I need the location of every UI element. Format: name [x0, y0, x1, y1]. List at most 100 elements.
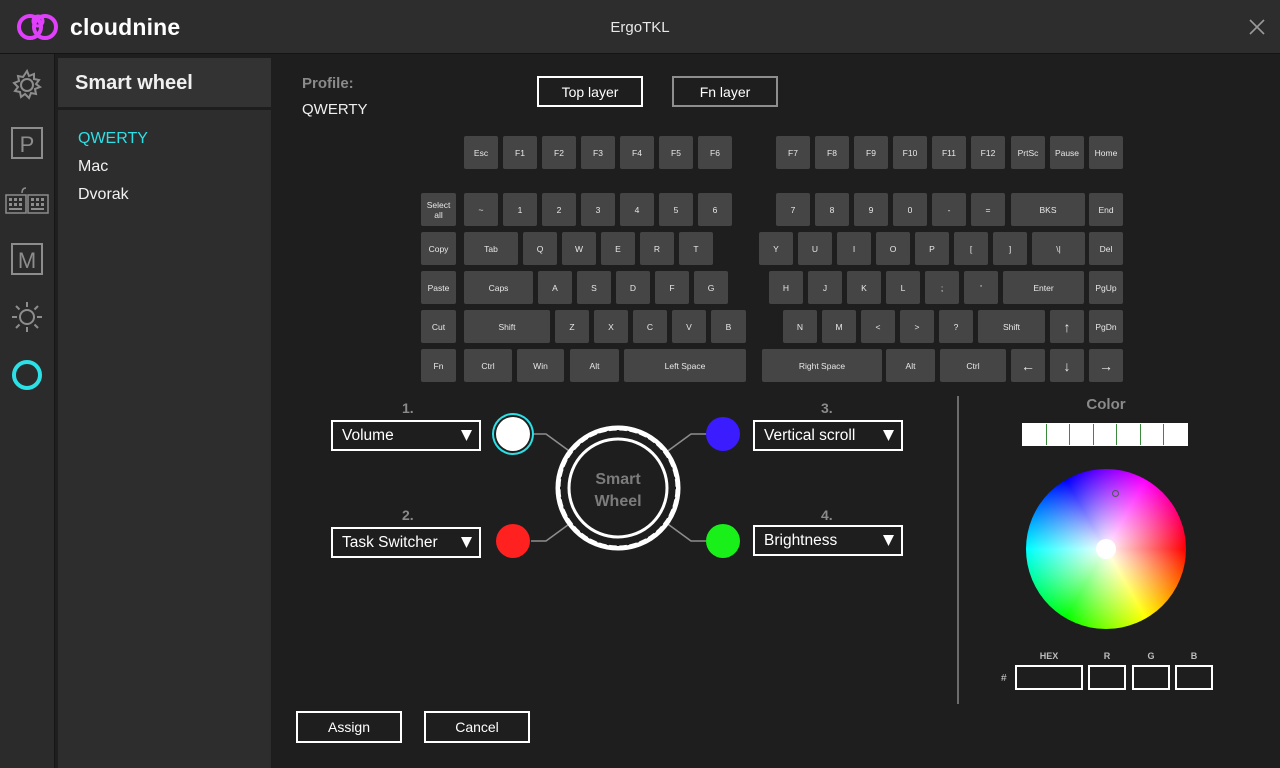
key-pause[interactable]: Pause: [1050, 136, 1084, 169]
key-h[interactable]: H: [769, 271, 803, 304]
top-layer-button[interactable]: Top layer: [537, 76, 643, 107]
key-sym-11[interactable]: ;: [925, 271, 959, 304]
color-swatch[interactable]: [1140, 424, 1163, 445]
key-c[interactable]: C: [633, 310, 667, 343]
slot-2-dropdown[interactable]: Task Switcher: [331, 527, 481, 558]
key-f3[interactable]: F3: [581, 136, 615, 169]
key-sym-10[interactable]: →: [1089, 349, 1123, 382]
r-input[interactable]: [1088, 665, 1126, 690]
key-enter[interactable]: Enter: [1003, 271, 1084, 304]
key-paste[interactable]: Paste: [421, 271, 456, 304]
profile-item-qwerty[interactable]: QWERTY: [78, 130, 271, 158]
assign-button[interactable]: Assign: [296, 711, 402, 743]
slot-3-color-dot[interactable]: [706, 417, 740, 451]
key-cut[interactable]: Cut: [421, 310, 456, 343]
key-f2[interactable]: F2: [542, 136, 576, 169]
key-7[interactable]: 7: [776, 193, 810, 226]
macro-m-icon[interactable]: M: [8, 240, 46, 278]
key-f11[interactable]: F11: [932, 136, 966, 169]
key-n[interactable]: N: [783, 310, 817, 343]
key-1[interactable]: 1: [503, 193, 537, 226]
key-f4[interactable]: F4: [620, 136, 654, 169]
key-esc[interactable]: Esc: [464, 136, 498, 169]
key-left-space[interactable]: Left Space: [624, 349, 746, 382]
key-pgup[interactable]: PgUp: [1089, 271, 1123, 304]
key-b[interactable]: B: [711, 310, 746, 343]
key-i[interactable]: I: [837, 232, 871, 265]
key-y[interactable]: Y: [759, 232, 793, 265]
key-x[interactable]: X: [594, 310, 628, 343]
key-sym-12[interactable]: -: [932, 193, 966, 226]
key-g[interactable]: G: [694, 271, 728, 304]
key-d[interactable]: D: [616, 271, 650, 304]
key-r[interactable]: R: [640, 232, 674, 265]
key-sym-12[interactable]: ': [964, 271, 998, 304]
key-sym-13[interactable]: ↑: [1050, 310, 1084, 343]
hex-input[interactable]: [1015, 665, 1083, 690]
key-6[interactable]: 6: [698, 193, 732, 226]
key-5[interactable]: 5: [659, 193, 693, 226]
key-3[interactable]: 3: [581, 193, 615, 226]
keyboard-icon[interactable]: [4, 182, 50, 220]
key-f1[interactable]: F1: [503, 136, 537, 169]
color-swatch[interactable]: [1023, 424, 1046, 445]
key-a[interactable]: A: [538, 271, 572, 304]
key-alt[interactable]: Alt: [570, 349, 619, 382]
key-win[interactable]: Win: [517, 349, 564, 382]
color-swatch[interactable]: [1046, 424, 1069, 445]
key-sym-1[interactable]: ~: [464, 193, 498, 226]
profile-p-icon[interactable]: P: [8, 124, 46, 162]
key-right-space[interactable]: Right Space: [762, 349, 882, 382]
key-p[interactable]: P: [915, 232, 949, 265]
key-s[interactable]: S: [577, 271, 611, 304]
color-swatch[interactable]: [1117, 424, 1140, 445]
key-f6[interactable]: F6: [698, 136, 732, 169]
key-z[interactable]: Z: [555, 310, 589, 343]
key-fn[interactable]: Fn: [421, 349, 456, 382]
key-v[interactable]: V: [672, 310, 706, 343]
key-2[interactable]: 2: [542, 193, 576, 226]
key-f9[interactable]: F9: [854, 136, 888, 169]
key-m[interactable]: M: [822, 310, 856, 343]
profile-item-mac[interactable]: Mac: [78, 158, 271, 186]
gear-icon[interactable]: [8, 66, 46, 104]
color-swatch[interactable]: [1164, 424, 1187, 445]
key-sym-8[interactable]: ←: [1011, 349, 1045, 382]
fn-layer-button[interactable]: Fn layer: [672, 76, 778, 107]
key-sym-13[interactable]: =: [971, 193, 1005, 226]
cancel-button[interactable]: Cancel: [424, 711, 530, 743]
key-f7[interactable]: F7: [776, 136, 810, 169]
color-swatch[interactable]: [1070, 424, 1093, 445]
key-del[interactable]: Del: [1089, 232, 1123, 265]
key-q[interactable]: Q: [523, 232, 557, 265]
key-k[interactable]: K: [847, 271, 881, 304]
key-f10[interactable]: F10: [893, 136, 927, 169]
key-shift[interactable]: Shift: [464, 310, 550, 343]
key-9[interactable]: 9: [854, 193, 888, 226]
profile-item-dvorak[interactable]: Dvorak: [78, 186, 271, 214]
key-prtsc[interactable]: PrtSc: [1011, 136, 1045, 169]
key-ctrl[interactable]: Ctrl: [464, 349, 512, 382]
g-input[interactable]: [1132, 665, 1170, 690]
key-4[interactable]: 4: [620, 193, 654, 226]
key-f12[interactable]: F12: [971, 136, 1005, 169]
key-end[interactable]: End: [1089, 193, 1123, 226]
key-sym-14[interactable]: \|: [1032, 232, 1085, 265]
brightness-icon[interactable]: [8, 298, 46, 336]
key-caps[interactable]: Caps: [464, 271, 533, 304]
slot-4-color-dot[interactable]: [706, 524, 740, 558]
key-bks[interactable]: BKS: [1011, 193, 1085, 226]
key-ctrl[interactable]: Ctrl: [940, 349, 1006, 382]
smart-wheel-icon[interactable]: [8, 356, 46, 394]
key-sym-10[interactable]: >: [900, 310, 934, 343]
key-sym-11[interactable]: ?: [939, 310, 973, 343]
key-e[interactable]: E: [601, 232, 635, 265]
key-u[interactable]: U: [798, 232, 832, 265]
key-sym-9[interactable]: <: [861, 310, 895, 343]
key-o[interactable]: O: [876, 232, 910, 265]
key-sym-12[interactable]: [: [954, 232, 988, 265]
key-0[interactable]: 0: [893, 193, 927, 226]
key-select-all[interactable]: Select all: [421, 193, 456, 226]
key-home[interactable]: Home: [1089, 136, 1123, 169]
key-f8[interactable]: F8: [815, 136, 849, 169]
